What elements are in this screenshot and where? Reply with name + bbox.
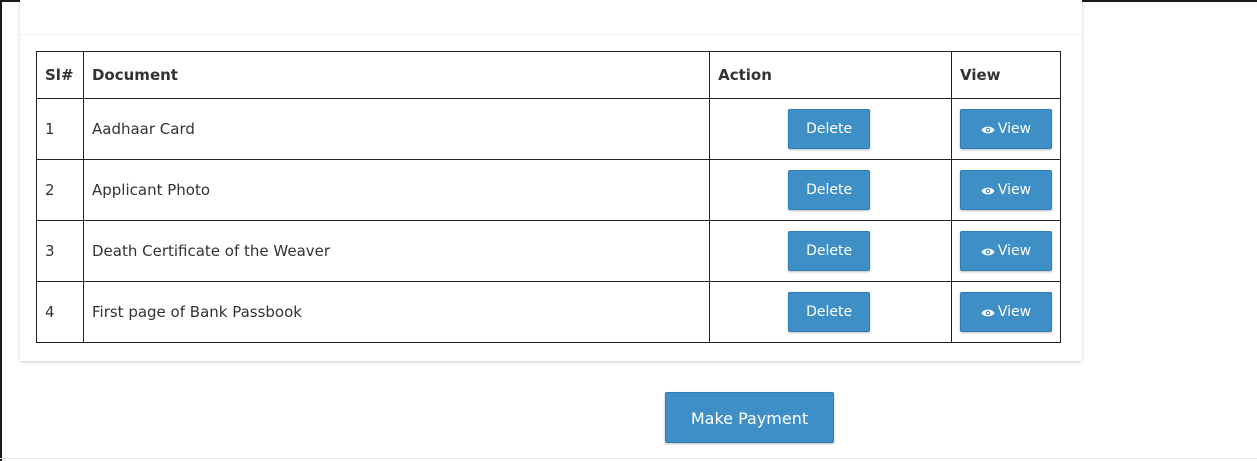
view-button[interactable]: View (959, 292, 1052, 332)
documents-panel: Sl# Document Action View 1 Aadhaar Card … (20, 0, 1082, 361)
row-action-cell: Delete (709, 98, 952, 160)
eye-icon (981, 248, 995, 256)
view-button-label: View (997, 121, 1032, 137)
eye-icon (981, 187, 995, 195)
row-view-cell: View (950, 281, 1062, 343)
row-view-cell: View (950, 98, 1062, 160)
divider (0, 458, 1257, 459)
eye-icon (981, 126, 995, 134)
row-sl: 4 (36, 281, 84, 343)
row-sl: 3 (36, 220, 84, 282)
delete-button[interactable]: Delete (788, 170, 871, 210)
make-payment-button[interactable]: Make Payment (665, 392, 834, 443)
row-action-cell: Delete (709, 220, 952, 282)
table-header-row: Sl# Document Action View (36, 51, 1062, 99)
view-button[interactable]: View (959, 170, 1052, 210)
row-document: First page of Bank Passbook (82, 281, 711, 343)
view-button-label: View (997, 182, 1032, 198)
row-document: Death Certificate of the Weaver (82, 220, 711, 282)
row-document: Aadhaar Card (82, 98, 711, 160)
row-view-cell: View (950, 220, 1062, 282)
delete-button[interactable]: Delete (788, 292, 871, 332)
delete-button[interactable]: Delete (788, 231, 871, 271)
row-sl: 2 (36, 159, 84, 221)
delete-button[interactable]: Delete (788, 109, 871, 149)
header-sl: Sl# (36, 51, 84, 99)
table-row: 1 Aadhaar Card Delete View (36, 98, 1062, 160)
table-row: 2 Applicant Photo Delete View (36, 159, 1062, 221)
row-sl: 1 (36, 98, 84, 160)
table-row: 3 Death Certificate of the Weaver Delete… (36, 220, 1062, 282)
header-document: Document (82, 51, 711, 99)
view-button-label: View (997, 243, 1032, 259)
row-action-cell: Delete (709, 159, 952, 221)
table-row: 4 First page of Bank Passbook Delete Vie… (36, 281, 1062, 343)
documents-table: Sl# Document Action View 1 Aadhaar Card … (36, 51, 1062, 343)
panel-header (20, 0, 1082, 35)
row-action-cell: Delete (709, 281, 952, 343)
header-action: Action (709, 51, 952, 99)
row-document: Applicant Photo (82, 159, 711, 221)
view-button-label: View (997, 304, 1032, 320)
view-button[interactable]: View (959, 109, 1052, 149)
row-view-cell: View (950, 159, 1062, 221)
eye-icon (981, 309, 995, 317)
header-view: View (950, 51, 1062, 99)
view-button[interactable]: View (959, 231, 1052, 271)
